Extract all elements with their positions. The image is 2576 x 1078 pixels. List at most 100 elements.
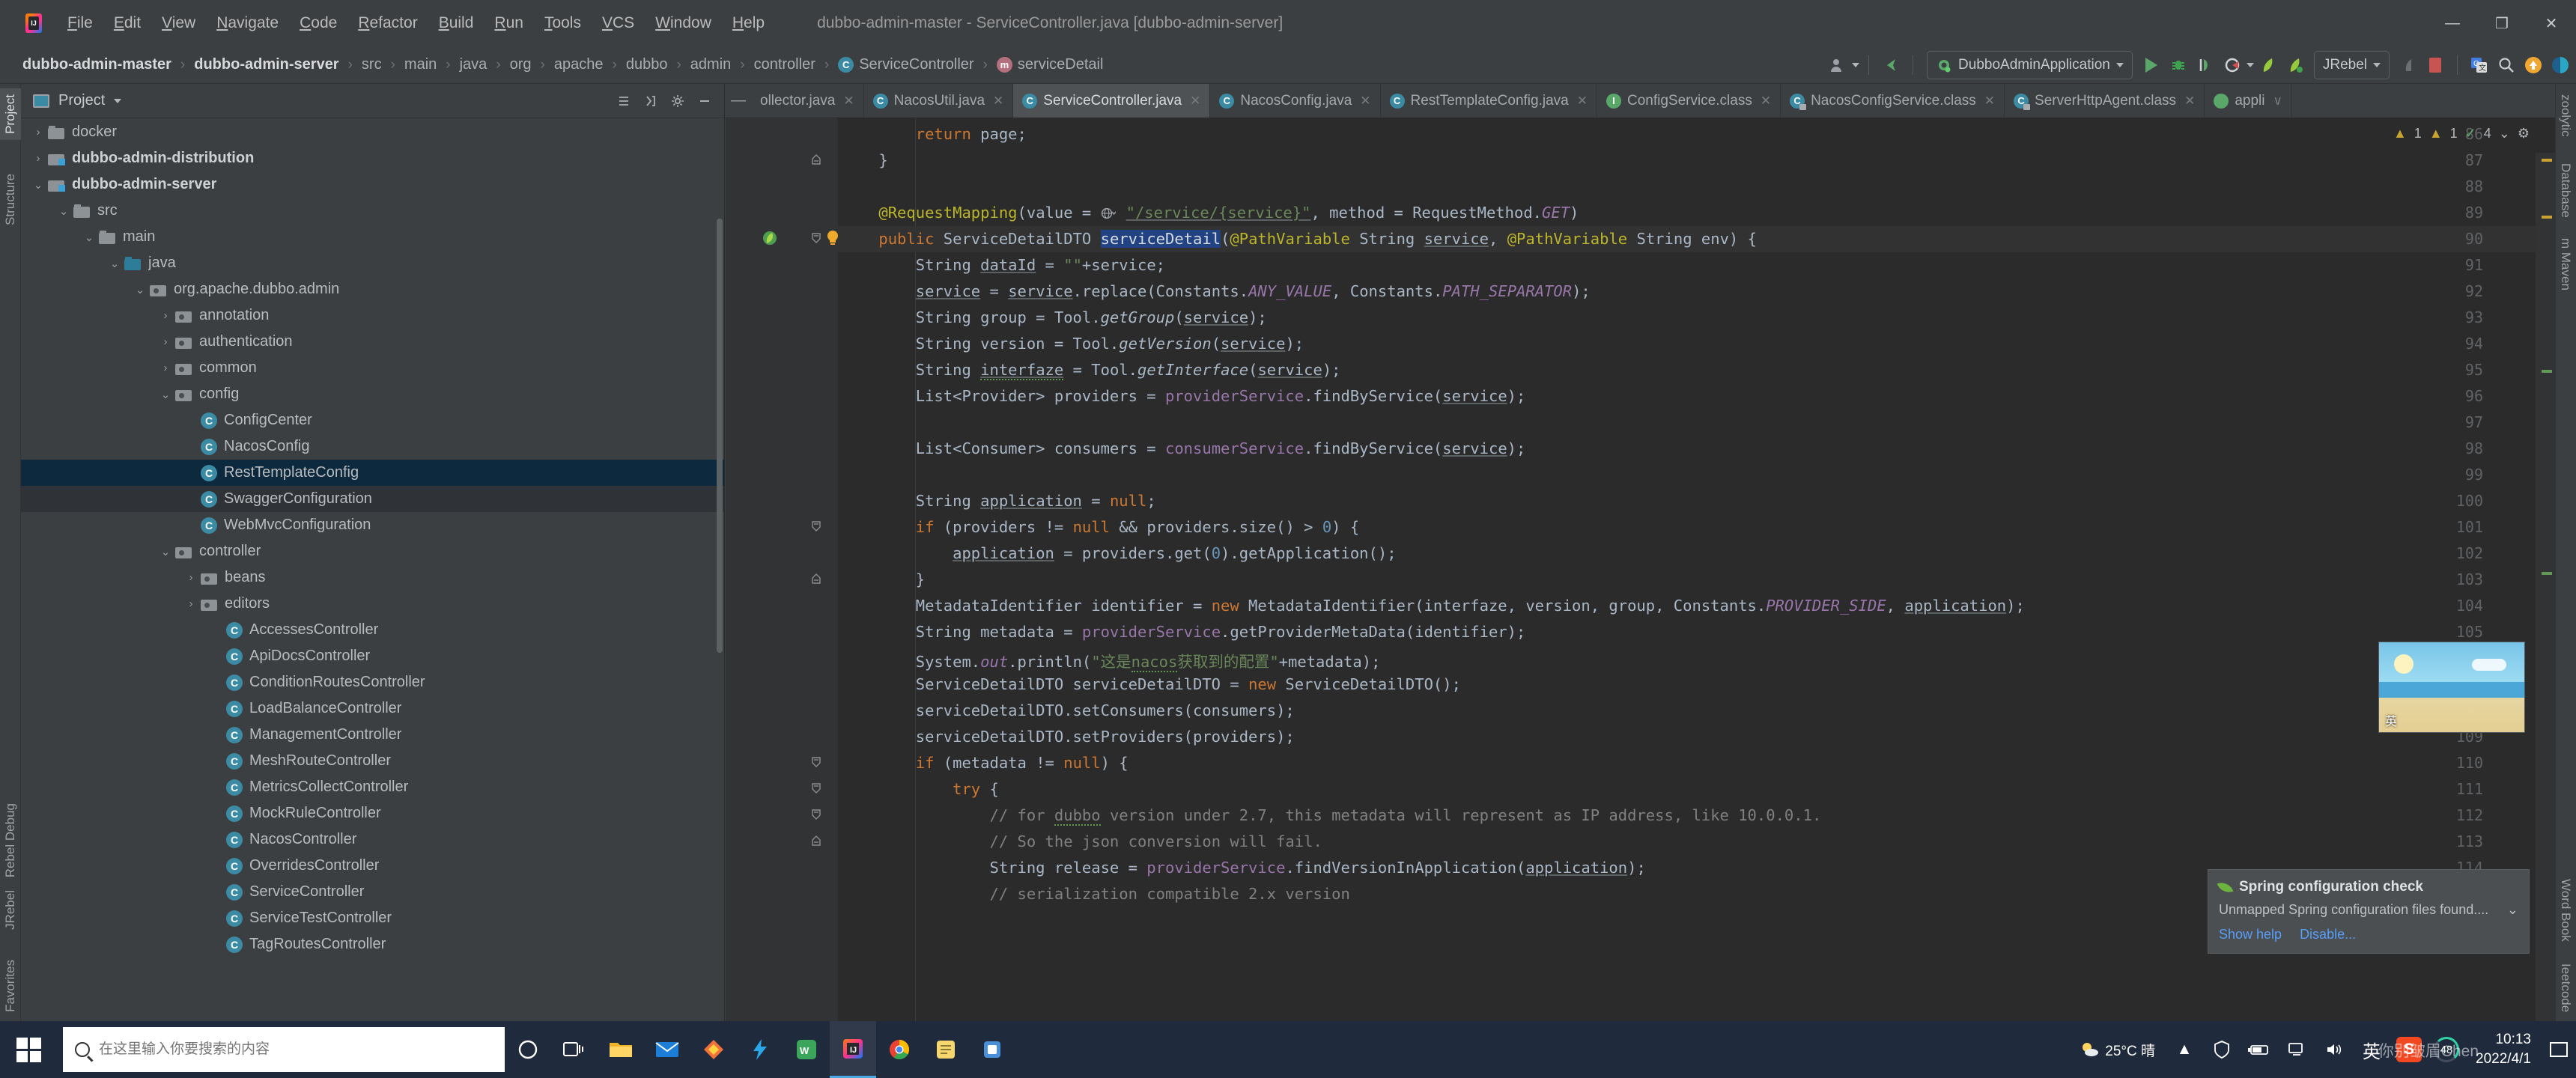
- tree-node[interactable]: C ServiceController: [21, 879, 724, 905]
- chevron-right-icon[interactable]: ›: [28, 126, 48, 138]
- run-config-caret-icon[interactable]: [2115, 63, 2124, 67]
- tree-node[interactable]: C SwaggerConfiguration: [21, 486, 724, 512]
- close-tab-icon[interactable]: ✕: [2184, 94, 2195, 109]
- code-line[interactable]: application = providers.get(0).getApplic…: [842, 544, 1396, 562]
- tree-node[interactable]: C LoadBalanceController: [21, 695, 724, 722]
- inspection-gear-icon[interactable]: ⚙: [2518, 126, 2530, 141]
- fold-start-icon[interactable]: [810, 755, 822, 772]
- start-button[interactable]: [0, 1021, 57, 1078]
- notes-app-icon[interactable]: [923, 1021, 969, 1078]
- menu-item-refactor[interactable]: Refactor: [347, 10, 428, 37]
- tool-window-database[interactable]: Database: [2555, 157, 2576, 224]
- close-tab-icon[interactable]: ✕: [993, 94, 1003, 109]
- code-line[interactable]: if (metadata != null) {: [842, 754, 1128, 772]
- code-line[interactable]: if (providers != null && providers.size(…: [842, 518, 1359, 536]
- editor-tab-servicecontroller-java[interactable]: C ServiceController.java ✕: [1013, 84, 1211, 118]
- tool-window-zoolytic[interactable]: zoolytic: [2555, 88, 2576, 143]
- editor-gutter[interactable]: [726, 118, 838, 1023]
- code-line[interactable]: ServiceDetailDTO serviceDetailDTO = new …: [842, 675, 1461, 693]
- code-line[interactable]: String dataId = ""+service;: [842, 256, 1165, 274]
- code-line[interactable]: try {: [842, 780, 999, 798]
- lightning-app-icon[interactable]: [737, 1021, 783, 1078]
- rerun-icon[interactable]: [2193, 50, 2218, 80]
- task-view-icon[interactable]: [551, 1021, 598, 1078]
- expand-icon[interactable]: [639, 89, 663, 113]
- breadcrumb-item-controller[interactable]: controller: [751, 55, 818, 75]
- code-line[interactable]: String group = Tool.getGroup(service);: [842, 308, 1267, 326]
- code-line[interactable]: }: [842, 570, 925, 588]
- code-line[interactable]: // serialization compatible 2.x version: [842, 885, 1349, 903]
- project-caret-icon[interactable]: [114, 98, 122, 103]
- coverage-caret-icon[interactable]: [2246, 63, 2254, 67]
- menu-item-help[interactable]: Help: [722, 10, 775, 37]
- code-line[interactable]: String application = null;: [842, 492, 1156, 510]
- tree-node[interactable]: › beans: [21, 564, 724, 591]
- tree-node[interactable]: C RestTemplateConfig: [21, 460, 724, 486]
- spring-mapping-gutter-icon[interactable]: [762, 230, 778, 250]
- menu-item-view[interactable]: View: [151, 10, 206, 37]
- editor-tab-nacosconfigservice-class[interactable]: C NacosConfigService.class ✕: [1781, 84, 2005, 118]
- code-line[interactable]: public ServiceDetailDTO serviceDetail(@P…: [842, 230, 1757, 248]
- editor-tab-appli[interactable]: appli ∨: [2205, 84, 2292, 118]
- tool-window-project[interactable]: Project: [0, 88, 21, 140]
- tree-node[interactable]: C NacosController: [21, 826, 724, 853]
- breadcrumb-item-dubbo-admin-master[interactable]: dubbo-admin-master: [19, 55, 174, 75]
- tree-node[interactable]: ⌄ src: [21, 198, 724, 224]
- code-line[interactable]: String version = Tool.getVersion(service…: [842, 335, 1304, 353]
- tree-node[interactable]: C ConfigCenter: [21, 407, 724, 433]
- stop-icon[interactable]: [2396, 50, 2421, 80]
- code-line[interactable]: @RequestMapping(value = "/service/{servi…: [842, 204, 1579, 224]
- breadcrumb-item-src[interactable]: src: [359, 55, 385, 75]
- fold-start-icon[interactable]: [810, 231, 822, 248]
- tree-node[interactable]: C ServiceTestController: [21, 905, 724, 931]
- tree-node[interactable]: › authentication: [21, 329, 724, 355]
- upload-icon[interactable]: [2521, 50, 2546, 80]
- stripe-mark-warning[interactable]: [2542, 159, 2552, 162]
- tree-node[interactable]: C MockRuleController: [21, 800, 724, 826]
- tool-window-word-book[interactable]: Word Book: [2555, 873, 2576, 948]
- tab-list-icon[interactable]: —: [726, 84, 751, 118]
- tree-node[interactable]: C ManagementController: [21, 722, 724, 748]
- chevron-right-icon[interactable]: ›: [156, 335, 175, 348]
- chevron-down-icon[interactable]: ⌄: [79, 231, 99, 244]
- menu-item-run[interactable]: Run: [484, 10, 534, 37]
- tool-window-leetcode[interactable]: Ieetcode: [2555, 957, 2576, 1018]
- wps-icon[interactable]: W: [783, 1021, 830, 1078]
- stripe-mark-typo[interactable]: [2542, 370, 2552, 373]
- breadcrumb-item-servicedetail[interactable]: m serviceDetail: [994, 55, 1106, 75]
- breadcrumb-item-dubbo-admin-server[interactable]: dubbo-admin-server: [191, 55, 341, 75]
- cortana-icon[interactable]: [505, 1021, 551, 1078]
- maximize-button[interactable]: ❐: [2477, 0, 2527, 46]
- tree-node[interactable]: C ApiDocsController: [21, 643, 724, 669]
- tree-node[interactable]: C AccessesController: [21, 617, 724, 643]
- tree-node[interactable]: C MetricsCollectController: [21, 774, 724, 800]
- tree-node[interactable]: ⌄ dubbo-admin-server: [21, 171, 724, 198]
- code-line[interactable]: String release = providerService.findVer…: [842, 859, 1645, 877]
- breadcrumb-item-admin[interactable]: admin: [687, 55, 734, 75]
- tool-window-favorites[interactable]: Favorites: [0, 954, 21, 1018]
- coverage-icon[interactable]: [2220, 50, 2245, 80]
- notification-popup[interactable]: Spring configuration check Unmapped Spri…: [2208, 869, 2530, 954]
- chevron-down-icon[interactable]: ⌄: [156, 388, 175, 401]
- code-line[interactable]: }: [842, 151, 887, 169]
- code-line[interactable]: serviceDetailDTO.setProviders(providers)…: [842, 728, 1295, 746]
- chevron-down-icon[interactable]: ⌄: [130, 283, 150, 296]
- mail-icon[interactable]: [644, 1021, 690, 1078]
- project-scrollbar-thumb[interactable]: [717, 219, 723, 653]
- close-tab-icon[interactable]: ✕: [1360, 94, 1370, 109]
- image-preview-thumbnail[interactable]: 英: [2378, 642, 2525, 733]
- search-everywhere-icon[interactable]: [2494, 50, 2519, 80]
- sogou-input-icon[interactable]: S: [2390, 1021, 2428, 1078]
- disable-link[interactable]: Disable...: [2300, 927, 2356, 943]
- breadcrumb-item-dubbo[interactable]: dubbo: [623, 55, 671, 75]
- code-line[interactable]: MetadataIdentifier identifier = new Meta…: [842, 597, 2025, 615]
- code-line[interactable]: // for dubbo version under 2.7, this met…: [842, 806, 1821, 826]
- menu-item-edit[interactable]: Edit: [103, 10, 151, 37]
- tree-node[interactable]: C TagRoutesController: [21, 931, 724, 957]
- notification-center-icon[interactable]: [2542, 1021, 2576, 1078]
- tree-node[interactable]: › editors: [21, 591, 724, 617]
- taskbar-search[interactable]: [63, 1027, 505, 1072]
- fold-start-icon[interactable]: [810, 520, 822, 536]
- weather-widget[interactable]: 25°C 晴: [2069, 1040, 2166, 1060]
- stop-red-icon[interactable]: [2422, 50, 2448, 80]
